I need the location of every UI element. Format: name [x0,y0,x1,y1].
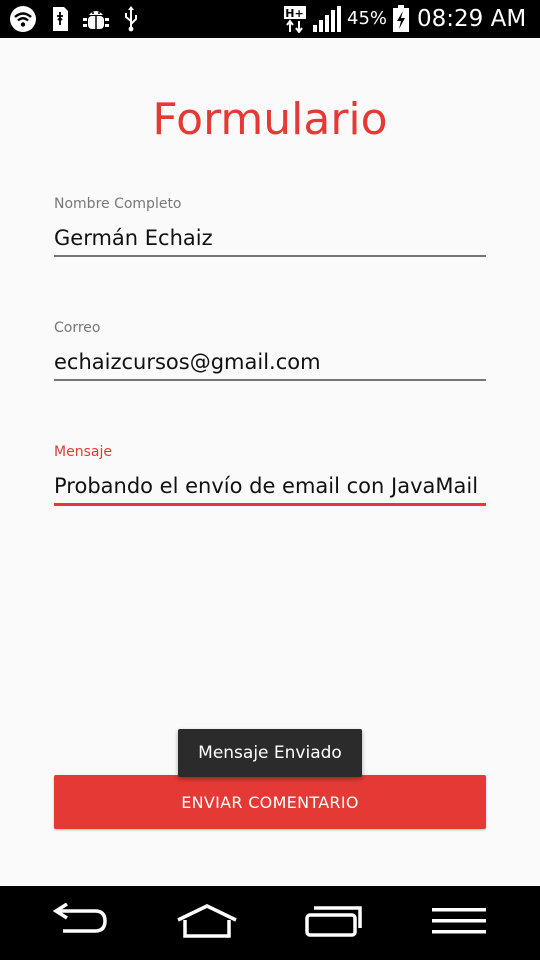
battery-percent: 45% [347,8,388,29]
home-button[interactable] [152,886,262,960]
send-comment-button[interactable]: ENVIAR COMENTARIO [54,775,486,829]
menu-button[interactable] [404,886,514,960]
form-title: Formulario [152,94,388,145]
message-field-underline [54,503,486,506]
app-screen: H+ 45% 08:29 AM Formulario Nombre Comple… [0,0,540,960]
email-field[interactable]: Correo echaizcursos@gmail.com [54,319,486,381]
toast-message: Mensaje Enviado [178,729,362,777]
email-field-underline [54,379,486,381]
sd-card-icon [48,5,72,33]
email-input[interactable]: echaizcursos@gmail.com [54,347,486,377]
android-debug-icon [80,5,112,33]
name-input[interactable]: Germán Echaiz [54,223,486,253]
name-field[interactable]: Nombre Completo Germán Echaiz [54,195,486,257]
home-icon [174,903,240,944]
battery-charging-icon [391,5,411,33]
menu-icon [431,906,487,941]
usb-icon [120,5,142,33]
hplus-data-icon: H+ [282,5,308,33]
back-icon [49,902,111,944]
message-input[interactable]: Probando el envío de email con JavaMail [54,471,486,501]
message-field[interactable]: Mensaje Probando el envío de email con J… [54,443,486,506]
navigation-bar [0,886,540,960]
message-field-label: Mensaje [54,444,112,460]
svg-text:H+: H+ [285,7,303,20]
signal-icon [310,5,342,33]
clock: 08:29 AM [417,6,527,32]
wifi-icon [8,5,38,33]
name-field-underline [54,255,486,257]
name-field-label: Nombre Completo [54,196,182,212]
recents-icon [303,903,365,944]
recents-button[interactable] [279,886,389,960]
back-button[interactable] [25,886,135,960]
email-field-label: Correo [54,320,101,336]
status-bar: H+ 45% 08:29 AM [0,0,540,38]
